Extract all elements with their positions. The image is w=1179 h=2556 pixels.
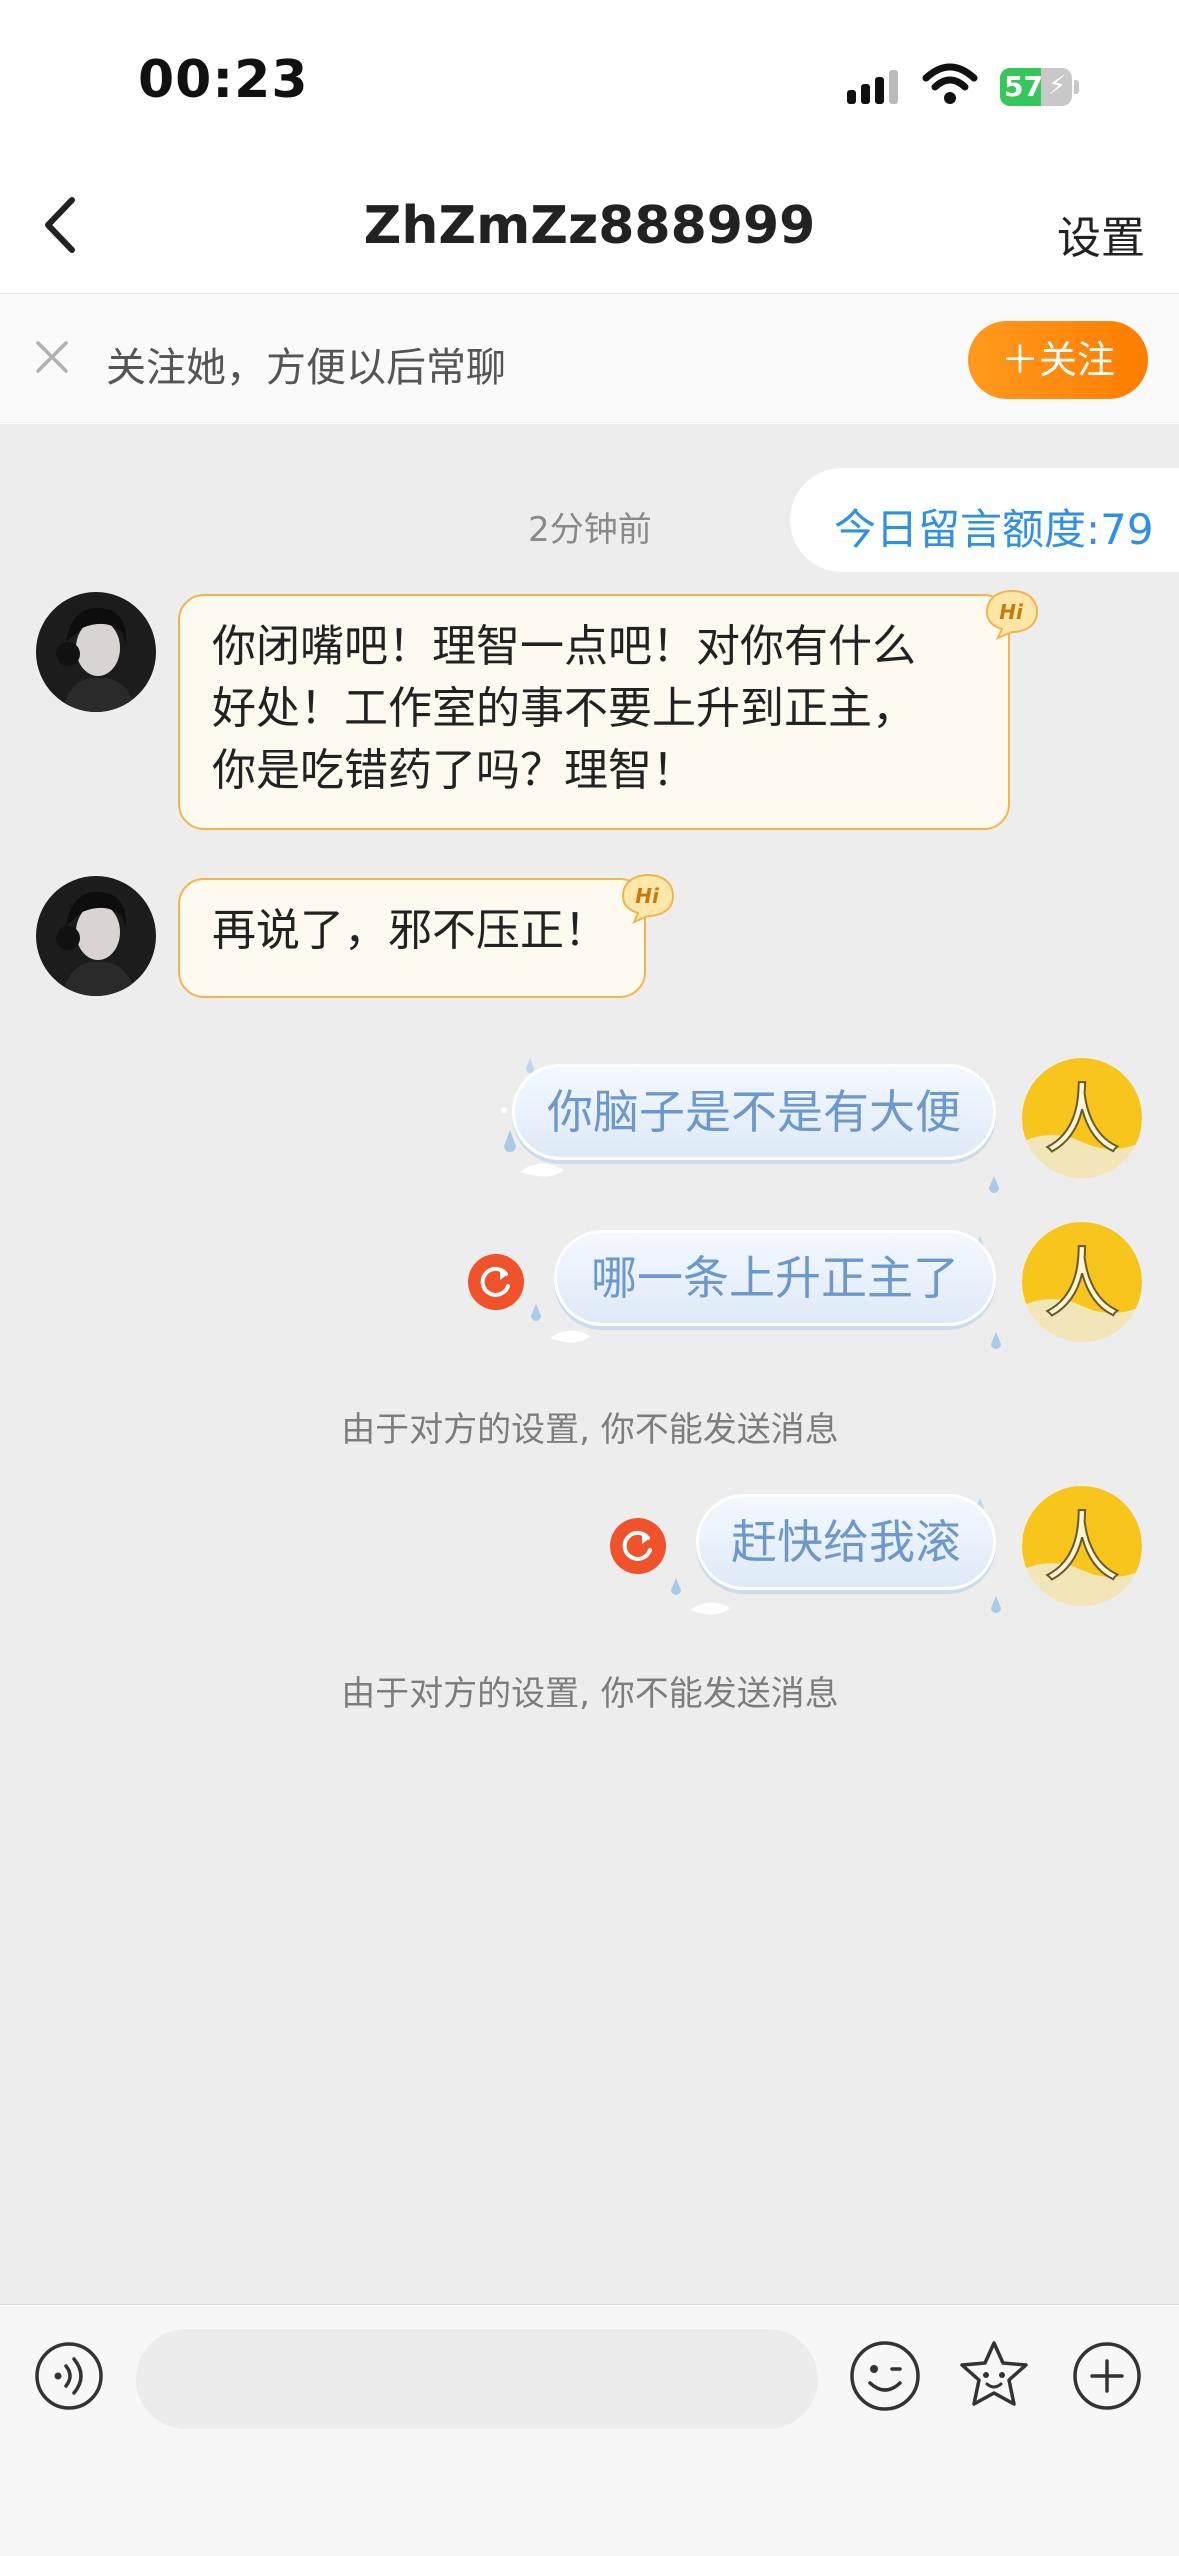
battery-indicator: 57 ⚡ xyxy=(1000,68,1080,106)
my-avatar-image: 人 xyxy=(1022,1058,1142,1178)
voice-input-icon[interactable] xyxy=(34,2341,104,2411)
resend-icon[interactable] xyxy=(610,1518,666,1574)
my-avatar[interactable]: 人 xyxy=(1022,1486,1142,1606)
contact-avatar[interactable] xyxy=(36,592,156,712)
status-bar: 00:23 57 ⚡ xyxy=(0,0,1179,160)
input-bar xyxy=(0,2304,1179,2556)
follow-button[interactable]: ＋关注 xyxy=(968,321,1148,399)
sticker-icon[interactable] xyxy=(956,2337,1032,2413)
outgoing-message-bubble[interactable]: 赶快给我滚 xyxy=(696,1494,996,1590)
follow-prompt-text: 关注她，方便以后常聊 xyxy=(106,345,506,391)
follow-banner: 关注她，方便以后常聊 ＋关注 xyxy=(0,295,1179,423)
message-text-line: 好处！工作室的事不要上升到正主， xyxy=(212,683,916,734)
message-text-line: 你是吃错药了吗？理智！ xyxy=(212,745,696,796)
my-avatar[interactable]: 人 xyxy=(1022,1058,1142,1178)
system-notice: 由于对方的设置, 你不能发送消息 xyxy=(341,1674,839,1714)
chat-title: ZhZmZz888999 xyxy=(363,196,816,256)
outgoing-message-bubble[interactable]: 哪一条上升正主了 xyxy=(554,1230,996,1326)
avatar-character: 人 xyxy=(1044,1503,1120,1592)
contact-avatar-image xyxy=(36,592,156,712)
daily-quota-text: 今日留言额度:79 xyxy=(834,505,1154,554)
resend-icon[interactable] xyxy=(468,1254,524,1310)
avatar-character: 人 xyxy=(1044,1239,1120,1328)
message-timestamp: 2分钟前 xyxy=(528,510,652,550)
hi-bubble-badge-icon: Hi xyxy=(985,589,1039,640)
charging-bolt-icon: ⚡ xyxy=(1048,71,1067,101)
emoji-icon[interactable] xyxy=(848,2339,922,2413)
hi-bubble-badge-icon: Hi xyxy=(621,873,675,924)
cellular-signal-icon xyxy=(847,70,898,104)
status-time: 00:23 xyxy=(138,50,309,110)
my-avatar[interactable]: 人 xyxy=(1022,1222,1142,1342)
message-text-line: 你闭嘴吧！理智一点吧！对你有什么 xyxy=(212,621,916,672)
my-avatar-image: 人 xyxy=(1022,1222,1142,1342)
message-text-line: 再说了，邪不压正！ xyxy=(212,905,608,956)
my-avatar-image: 人 xyxy=(1022,1486,1142,1606)
settings-button[interactable]: 设置 xyxy=(1057,202,1145,266)
message-input[interactable] xyxy=(136,2329,818,2429)
system-notice: 由于对方的设置, 你不能发送消息 xyxy=(341,1410,839,1450)
incoming-message-bubble[interactable]: 再说了，邪不压正！ xyxy=(178,878,646,998)
close-icon[interactable] xyxy=(30,335,74,379)
outgoing-message-bubble[interactable]: 你脑子是不是有大便 xyxy=(512,1064,996,1160)
svg-text:Hi: Hi xyxy=(999,600,1024,624)
incoming-message-bubble[interactable]: 你闭嘴吧！理智一点吧！对你有什么 好处！工作室的事不要上升到正主， 你是吃错药了… xyxy=(178,594,1010,830)
contact-avatar-image xyxy=(36,876,156,996)
battery-percent: 57 xyxy=(1004,70,1043,103)
avatar-character: 人 xyxy=(1044,1075,1120,1164)
nav-bar: ZhZmZz888999 设置 xyxy=(0,160,1179,294)
daily-quota-badge: 今日留言额度:79 xyxy=(790,468,1179,572)
contact-avatar[interactable] xyxy=(36,876,156,996)
svg-text:Hi: Hi xyxy=(635,884,660,908)
chat-area[interactable]: 2分钟前 今日留言额度:79 你闭嘴吧！理智一点吧！对你有什么 好处！工作室的事… xyxy=(0,424,1179,2304)
wifi-icon xyxy=(922,63,978,104)
plus-icon[interactable] xyxy=(1072,2341,1142,2411)
